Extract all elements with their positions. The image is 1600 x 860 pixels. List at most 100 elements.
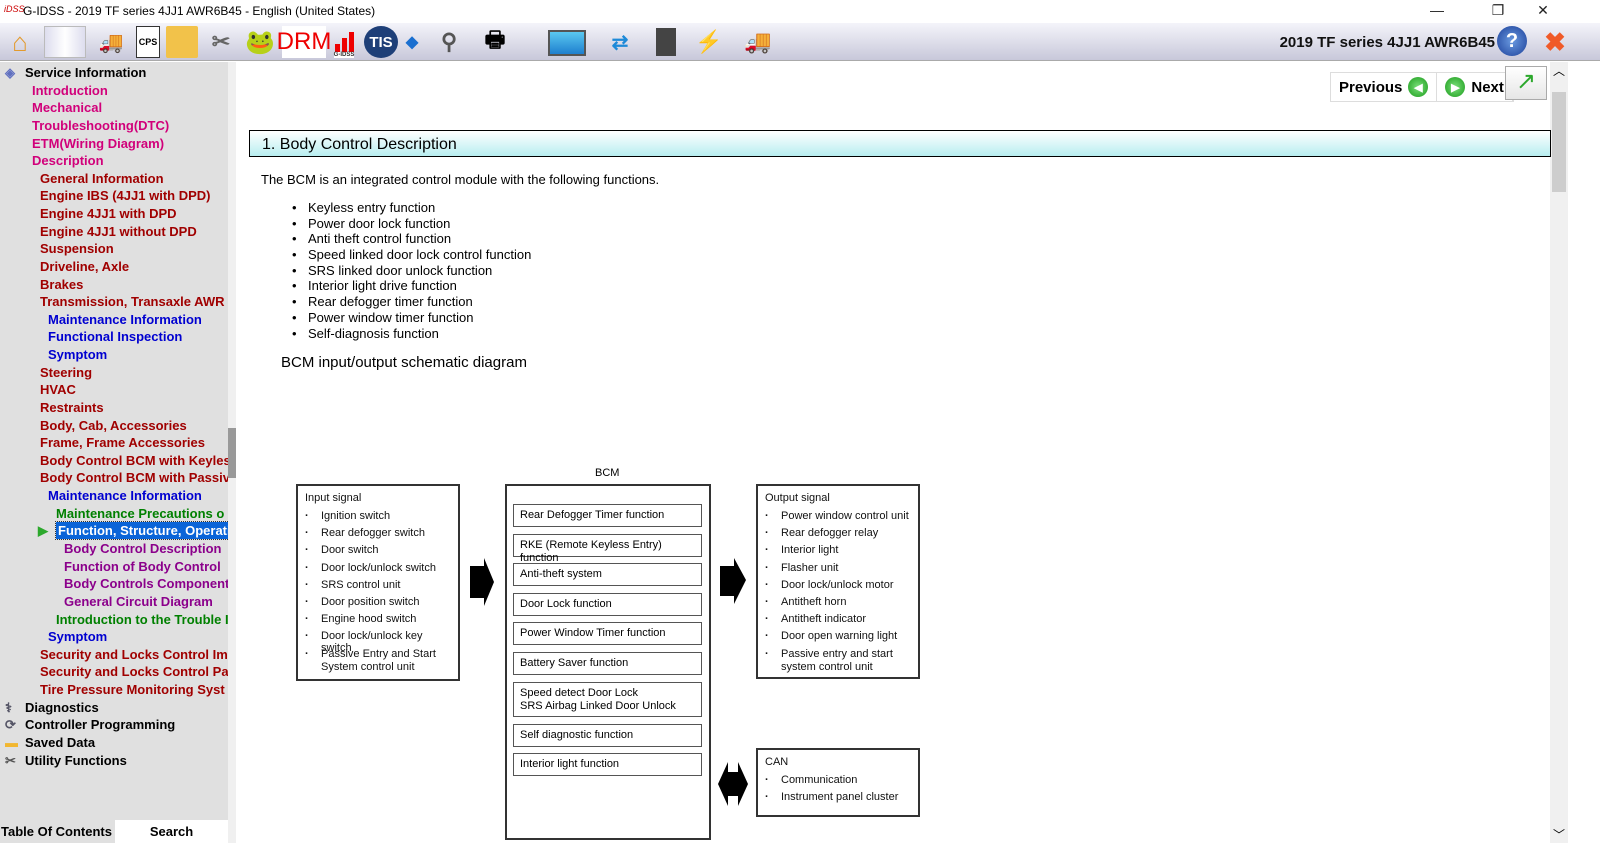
- tree-item[interactable]: Transmission, Transaxle AWR: [40, 293, 224, 310]
- gidss-chart-icon[interactable]: G-IDSS: [328, 26, 360, 58]
- input-signal-title: Input signal: [305, 492, 362, 504]
- tree-item[interactable]: Body, Cab, Accessories: [40, 417, 187, 434]
- tree-item[interactable]: Engine IBS (4JJ1 with DPD): [40, 187, 210, 204]
- print-icon[interactable]: 🖶: [478, 26, 512, 58]
- tree-item[interactable]: Body Control BCM with Passiv: [40, 469, 228, 486]
- tree-item[interactable]: Controller Programming: [25, 716, 175, 733]
- tree-item[interactable]: Body Control BCM with Keyles: [40, 452, 228, 469]
- tree-item[interactable]: Steering: [40, 364, 92, 381]
- tree-item[interactable]: Symptom: [48, 628, 107, 645]
- can-box: CAN CommunicationInstrument panel cluste…: [756, 748, 920, 817]
- folder-icon[interactable]: [166, 26, 198, 58]
- tree-item[interactable]: Brakes: [40, 276, 83, 293]
- help-icon[interactable]: ?: [1497, 26, 1527, 56]
- tree-item[interactable]: General Circuit Diagram: [64, 593, 213, 610]
- arrow-left-icon: ◀: [1408, 77, 1429, 97]
- bcm-function-box: RKE (Remote Keyless Entry) function: [513, 534, 702, 564]
- tree-item[interactable]: ETM(Wiring Diagram): [32, 135, 164, 152]
- open-new-window-icon[interactable]: ↗: [1505, 66, 1547, 100]
- next-label: Next: [1471, 78, 1504, 96]
- minimize-icon[interactable]: —: [1422, 2, 1452, 18]
- scroll-down-icon[interactable]: ﹀: [1550, 826, 1568, 843]
- tree-item[interactable]: HVAC: [40, 381, 76, 398]
- laptop-icon[interactable]: [548, 30, 586, 56]
- next-button[interactable]: ▶ Next: [1437, 73, 1513, 101]
- bcm-function-box: Power Window Timer function: [513, 622, 702, 645]
- connection-icon[interactable]: ⇄: [594, 26, 646, 58]
- tools-icon: ✂: [5, 752, 16, 768]
- bcm-function-box: Battery Saver function: [513, 652, 702, 675]
- bcm-function-box: Interior light function: [513, 753, 702, 776]
- tree-item[interactable]: Restraints: [40, 399, 104, 416]
- tis-button[interactable]: TIS: [364, 26, 398, 58]
- list-item: Power window control unit: [765, 510, 915, 527]
- splitter-icon[interactable]: ◆: [404, 26, 420, 58]
- tree-item[interactable]: Body Control Description: [64, 540, 221, 557]
- scroll-thumb[interactable]: [1552, 92, 1566, 192]
- splitter-handle[interactable]: [228, 62, 236, 843]
- cps-label: CPS: [138, 37, 158, 47]
- tab-table-of-contents[interactable]: Table Of Contents: [0, 820, 113, 843]
- vci-device-icon[interactable]: [656, 28, 676, 56]
- home-icon[interactable]: ⌂: [4, 26, 36, 58]
- can-bidirectional-arrow-icon: [718, 762, 748, 806]
- tree-item[interactable]: Symptom: [48, 346, 107, 363]
- tree-item[interactable]: Introduction to the Trouble I: [56, 611, 228, 628]
- tree-item[interactable]: Suspension: [40, 240, 114, 257]
- previous-label: Previous: [1339, 78, 1403, 96]
- tree-item[interactable]: Description: [32, 152, 104, 169]
- tree-item[interactable]: Diagnostics: [25, 699, 99, 716]
- tree-item[interactable]: Functional Inspection: [48, 328, 182, 345]
- list-item: Door lock/unlock switch: [305, 562, 455, 579]
- exit-icon[interactable]: ✖: [1542, 26, 1568, 58]
- tree-item[interactable]: Function of Body Control: [64, 558, 221, 575]
- tree-item[interactable]: Function, Structure, Operati: [55, 521, 228, 541]
- list-item: Power door lock function: [292, 216, 531, 232]
- input-signal-box: Input signal Ignition switchRear defogge…: [296, 484, 460, 681]
- can-title: CAN: [765, 756, 789, 768]
- tab-search[interactable]: Search: [115, 820, 228, 843]
- tree-item[interactable]: Maintenance Information: [48, 311, 202, 328]
- arrow-right-icon: ▶: [1445, 77, 1466, 97]
- list-item: Rear defogger relay: [765, 527, 915, 544]
- tree-item[interactable]: Maintenance Precautions o: [56, 505, 224, 522]
- app-logo: iDSS: [4, 4, 25, 14]
- truck-icon[interactable]: 🚚: [738, 26, 778, 58]
- cps-icon[interactable]: CPS: [136, 26, 160, 58]
- tree-item[interactable]: Security and Locks Control Pa: [40, 663, 228, 680]
- diagram-label: BCM input/output schematic diagram: [281, 354, 527, 371]
- search-icon[interactable]: ⚲: [434, 26, 464, 58]
- list-item: Interior light: [765, 544, 915, 561]
- tree-item[interactable]: Engine 4JJ1 with DPD: [40, 205, 177, 222]
- tree-item[interactable]: Body Controls Component: [64, 575, 228, 592]
- previous-button[interactable]: Previous ◀: [1331, 73, 1438, 101]
- list-item: Interior light drive function: [292, 278, 531, 294]
- tree-item[interactable]: General Information: [40, 170, 164, 187]
- tree-item[interactable]: Driveline, Axle: [40, 258, 129, 275]
- scrollbar[interactable]: ︿ ﹀: [1550, 62, 1568, 843]
- tree-item[interactable]: Security and Locks Control Im: [40, 646, 228, 663]
- frog-icon[interactable]: 🐸: [244, 26, 276, 58]
- tree-item[interactable]: Troubleshooting(DTC): [32, 117, 169, 134]
- scroll-up-icon[interactable]: ︿: [1550, 62, 1568, 79]
- list-item: Door switch: [305, 544, 455, 561]
- list-item: Passive Entry and Start System control u…: [305, 648, 455, 678]
- lightning-icon[interactable]: ⚡: [684, 26, 734, 58]
- tree-item[interactable]: Saved Data: [25, 734, 95, 751]
- tree-item[interactable]: Service Information: [25, 64, 146, 81]
- drm-button[interactable]: DRM: [277, 26, 331, 58]
- diagnostic-truck-icon[interactable]: 🚚: [92, 26, 130, 58]
- list-item: Rear defogger switch: [305, 527, 455, 544]
- tools-icon[interactable]: ✂: [204, 26, 238, 58]
- tree-item[interactable]: Frame, Frame Accessories: [40, 434, 205, 451]
- manual-icon[interactable]: [44, 26, 86, 58]
- restore-icon[interactable]: ❐: [1483, 2, 1513, 19]
- tree-item[interactable]: Introduction: [32, 82, 108, 99]
- tree-item[interactable]: Mechanical: [32, 99, 102, 116]
- tree-item[interactable]: Utility Functions: [25, 752, 127, 769]
- close-icon[interactable]: ✕: [1528, 2, 1558, 19]
- tree-item[interactable]: Engine 4JJ1 without DPD: [40, 223, 197, 240]
- tree-item[interactable]: Maintenance Information: [48, 487, 202, 504]
- tree-item[interactable]: Tire Pressure Monitoring Syst: [40, 681, 225, 698]
- list-item: Power window timer function: [292, 310, 531, 326]
